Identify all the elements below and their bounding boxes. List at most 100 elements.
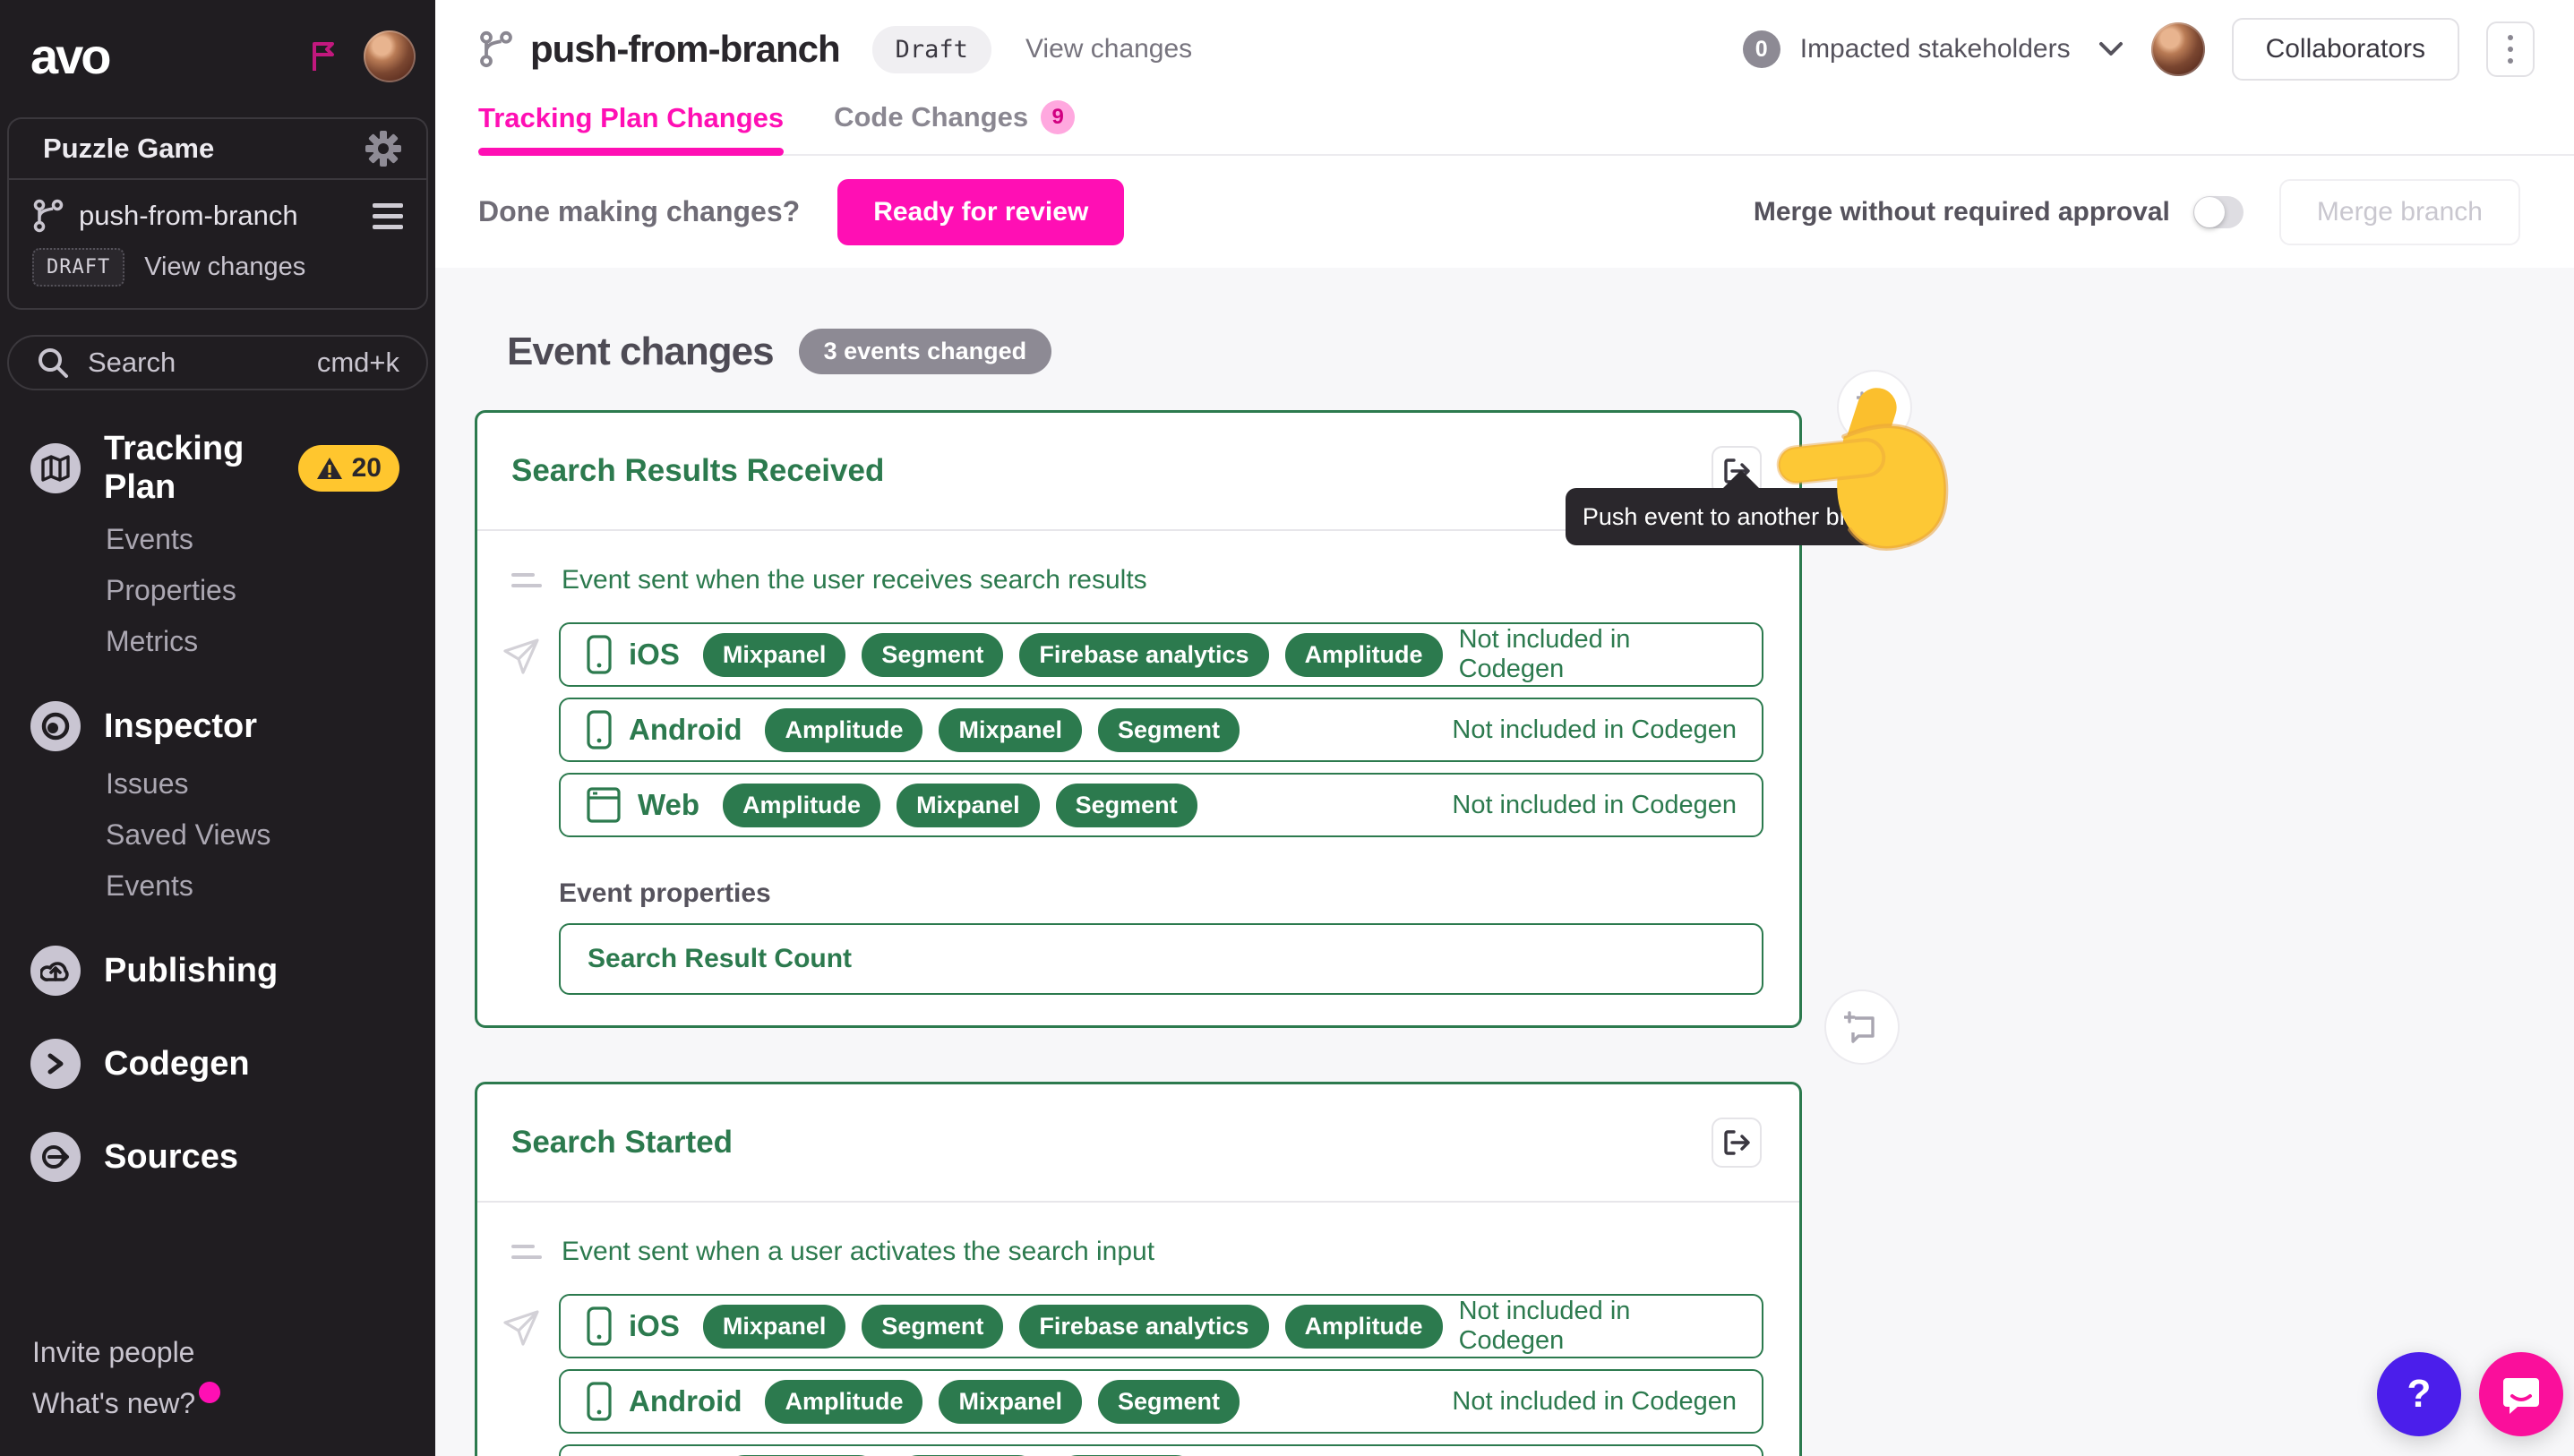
event-description: Event sent when the user receives search…	[562, 565, 1147, 595]
browser-icon	[586, 784, 622, 826]
sidebar-item-inspector[interactable]: Inspector	[30, 701, 435, 751]
top-header: push-from-branch Draft View changes 0 Im…	[435, 0, 2574, 156]
add-comment-button[interactable]	[1824, 989, 1900, 1065]
tag-pill: Amplitude	[1285, 633, 1443, 677]
chevron-circle-icon	[30, 1039, 81, 1089]
tab-code-changes[interactable]: Code Changes 9	[834, 100, 1075, 154]
merge-toggle-label: Merge without required approval	[1754, 197, 2170, 227]
tag-pill: Firebase analytics	[1019, 1305, 1268, 1349]
platform-row-ios[interactable]: iOS Mixpanel Segment Firebase analytics …	[559, 1294, 1763, 1358]
mobile-icon	[586, 709, 613, 750]
sidebar-branch-name: push-from-branch	[79, 200, 298, 232]
event-card-search-started: Search Started Event sent when a user ac…	[475, 1082, 1802, 1456]
description-icon	[511, 1245, 542, 1259]
draft-badge: DRAFT	[32, 248, 124, 287]
whats-new-link[interactable]: What's new?	[32, 1387, 195, 1420]
tag-pill: Segment	[1098, 708, 1240, 752]
content-area: Event changes 3 events changed Search Re…	[435, 268, 2574, 1456]
nav-sources-section: Sources	[0, 1132, 435, 1182]
merge-branch-button[interactable]: Merge branch	[2279, 179, 2520, 245]
tab-tracking-plan-changes[interactable]: Tracking Plan Changes	[478, 102, 784, 154]
nav-publishing-section: Publishing	[0, 946, 435, 996]
branch-action-bar: Done making changes? Ready for review Me…	[435, 156, 2574, 268]
avatar[interactable]	[2151, 22, 2205, 76]
event-properties-label: Event properties	[559, 878, 1763, 909]
collaborators-button[interactable]: Collaborators	[2232, 18, 2459, 81]
platform-row-ios[interactable]: iOS Mixpanel Segment Firebase analytics …	[559, 622, 1763, 687]
tag-pill: Mixpanel	[939, 708, 1082, 752]
avatar[interactable]	[364, 30, 416, 82]
mobile-icon	[586, 1381, 613, 1422]
sidebar-item-tracking-plan[interactable]: Tracking Plan 20	[30, 430, 435, 507]
workspace-switcher[interactable]: Puzzle Game	[7, 117, 428, 178]
branch-panel: push-from-branch DRAFT View changes	[7, 178, 428, 310]
tag-pill: Amplitude	[1285, 1305, 1443, 1349]
tab-bar: Tracking Plan Changes Code Changes 9	[478, 100, 2574, 156]
ready-for-review-button[interactable]: Ready for review	[837, 179, 1124, 245]
tag-pill: Mixpanel	[703, 633, 846, 677]
git-branch-icon	[32, 198, 64, 234]
platform-row-web[interactable]: Web Amplitude Mixpanel Segment Not inclu…	[559, 773, 1763, 837]
description-icon	[511, 573, 542, 587]
event-title[interactable]: Search Results Received	[511, 453, 884, 489]
invite-people-link[interactable]: Invite people	[32, 1336, 194, 1369]
property-row[interactable]: Search Result Count	[559, 923, 1763, 995]
tag-pill: Mixpanel	[939, 1380, 1082, 1424]
gear-icon[interactable]	[364, 129, 403, 168]
search-icon	[36, 346, 70, 380]
nav-label: Inspector	[104, 707, 257, 746]
sidebar-item-codegen[interactable]: Codegen	[30, 1039, 435, 1089]
nav-label: Codegen	[104, 1045, 250, 1083]
sidebar-item-issues[interactable]: Issues	[106, 767, 435, 801]
section-heading: Event changes	[507, 330, 774, 374]
mobile-icon	[586, 1306, 613, 1347]
cloud-upload-icon	[30, 946, 81, 996]
nav-label: Publishing	[104, 952, 278, 990]
codegen-status: Not included in Codegen	[1459, 1297, 1737, 1356]
tag-pill: Amplitude	[765, 708, 922, 752]
platform-row-web[interactable]: Web Amplitude Mixpanel Segment Not inclu…	[559, 1444, 1763, 1456]
sidebar-item-metrics[interactable]: Metrics	[106, 625, 435, 658]
tag-pill: Segment	[862, 1305, 1003, 1349]
git-branch-icon	[478, 30, 514, 69]
notification-dot	[199, 1382, 220, 1403]
status-badge: Draft	[872, 26, 991, 73]
nav-label: Sources	[104, 1138, 238, 1177]
codegen-status: Not included in Codegen	[1452, 715, 1737, 745]
tag-pill: Mixpanel	[703, 1305, 846, 1349]
done-prompt: Done making changes?	[478, 195, 800, 228]
sidebar-item-events[interactable]: Events	[106, 523, 435, 556]
push-to-branch-button[interactable]	[1712, 1118, 1762, 1168]
chat-button[interactable]	[2479, 1352, 2563, 1436]
event-title[interactable]: Search Started	[511, 1125, 733, 1161]
flag-icon[interactable]	[310, 40, 340, 73]
platform-row-android[interactable]: Android Amplitude Mixpanel Segment Not i…	[559, 698, 1763, 762]
help-button[interactable]: ?	[2377, 1352, 2461, 1436]
chevron-down-icon[interactable]	[2098, 40, 2124, 58]
code-changes-count-badge: 9	[1041, 100, 1075, 134]
page-title: push-from-branch	[530, 28, 840, 71]
branch-menu-icon[interactable]	[373, 203, 403, 229]
tag-pill: Amplitude	[765, 1380, 922, 1424]
map-icon	[30, 443, 81, 493]
events-changed-badge: 3 events changed	[799, 329, 1052, 374]
impacted-stakeholders-label[interactable]: Impacted stakeholders	[1800, 34, 2071, 64]
sidebar-top: avo	[0, 0, 435, 112]
sidebar-item-properties[interactable]: Properties	[106, 574, 435, 607]
codegen-status: Not included in Codegen	[1459, 625, 1737, 684]
view-changes-link[interactable]: View changes	[1025, 34, 1192, 64]
search-shortcut: cmd+k	[317, 347, 399, 379]
merge-approval-toggle[interactable]	[2193, 196, 2244, 228]
platform-row-android[interactable]: Android Amplitude Mixpanel Segment Not i…	[559, 1369, 1763, 1434]
nav-inspector-section: Inspector Issues Saved Views Events	[0, 701, 435, 903]
sidebar-item-saved-views[interactable]: Saved Views	[106, 818, 435, 852]
nav-label: Tracking Plan	[104, 430, 275, 507]
sidebar-item-inspector-events[interactable]: Events	[106, 869, 435, 903]
sidebar-view-changes-link[interactable]: View changes	[144, 253, 305, 282]
kebab-menu-button[interactable]	[2486, 21, 2535, 77]
tag-pill: Amplitude	[723, 784, 880, 827]
chat-bubble-icon	[2500, 1373, 2543, 1416]
sidebar-item-publishing[interactable]: Publishing	[30, 946, 435, 996]
sidebar-item-sources[interactable]: Sources	[30, 1132, 435, 1182]
search-input[interactable]: Search cmd+k	[7, 335, 428, 390]
